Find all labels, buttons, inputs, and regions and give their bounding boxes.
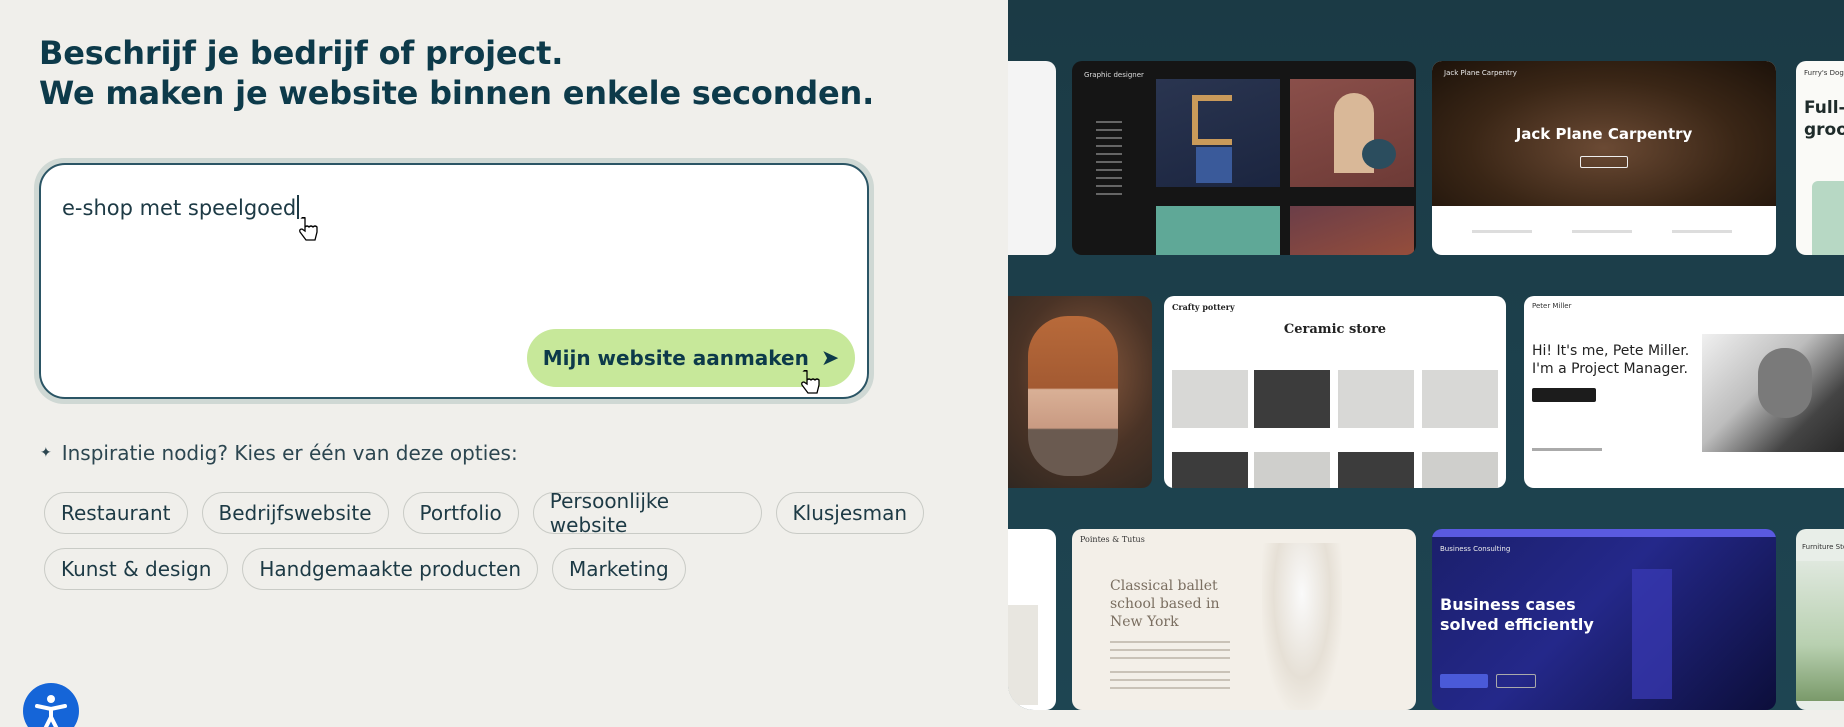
chip-marketing[interactable]: Marketing (552, 548, 686, 590)
chip-klusjesman[interactable]: Klusjesman (775, 492, 924, 534)
graphic-tile-arch (1290, 79, 1414, 187)
dog-image (1812, 181, 1844, 255)
template-card-partial-3 (1008, 529, 1056, 710)
ceramic-product (1172, 452, 1248, 488)
business-brand: Business Consulting (1440, 545, 1511, 553)
ceramic-product (1422, 452, 1498, 488)
business-primary-button (1440, 674, 1488, 688)
chip-restaurant[interactable]: Restaurant (44, 492, 188, 534)
pete-photo (1702, 334, 1844, 452)
business-headline-line-2: solved efficiently (1440, 615, 1594, 634)
page-title-line-1: Beschrijf je bedrijf of project. (39, 34, 564, 72)
hand-pointer-icon (299, 217, 318, 241)
arrow-right-icon: ➤ (820, 345, 840, 371)
ceramic-brand: Crafty pottery (1172, 302, 1235, 312)
ceramic-product (1254, 452, 1330, 488)
inspiration-label: ✦ Inspiratie nodig? Kies er één van deze… (40, 441, 518, 465)
graphic-tile-green (1156, 206, 1280, 255)
create-website-button-label: Mijn website aanmaken (542, 346, 809, 370)
business-headline-line-1: Business cases (1440, 595, 1576, 614)
ballet-brand: Pointes & Tutus (1080, 535, 1145, 544)
template-showcase: Graphic designer Jack Plane Carpentry Ja… (1008, 0, 1844, 710)
template-card-portrait-partial (1008, 296, 1152, 488)
inspiration-text: Inspiratie nodig? Kies er één van deze o… (61, 441, 518, 465)
graphic-tile-red (1290, 206, 1414, 255)
chip-row-2: Kunst & design Handgemaakte producten Ma… (44, 548, 924, 590)
ceramic-product (1338, 452, 1414, 488)
pete-headline-line-1: Hi! It's me, Pete Miller. (1532, 343, 1690, 359)
template-card-graphic-designer: Graphic designer (1072, 61, 1416, 255)
pete-send-message-button (1532, 388, 1596, 402)
ceramic-product (1338, 370, 1414, 428)
ceramic-title: Ceramic store (1283, 322, 1387, 337)
hand-pointer-icon-2 (801, 370, 820, 394)
template-card-project-manager: Peter Miller Hi! It's me, Pete Miller. I… (1524, 296, 1844, 488)
pete-headline: Hi! It's me, Pete Miller. I'm a Project … (1532, 342, 1689, 378)
page-title: Beschrijf je bedrijf of project. We make… (39, 33, 874, 113)
ballet-headline: Classical ballet school based in New Yor… (1110, 578, 1220, 630)
suggestion-chips: Restaurant Bedrijfswebsite Portfolio Per… (44, 489, 924, 604)
graphic-menu-lines (1096, 121, 1122, 201)
ballet-dancer-image (1262, 543, 1342, 710)
prompt-box-focus-ring: e-shop met speelgoed Mijn website aanmak… (34, 158, 874, 404)
ceramic-product (1254, 370, 1330, 428)
pete-brand: Peter Miller (1532, 302, 1572, 310)
chip-portfolio[interactable]: Portfolio (402, 492, 519, 534)
chip-kunst-design[interactable]: Kunst & design (44, 548, 229, 590)
prompt-text: e-shop met speelgoed (62, 195, 300, 220)
pete-headline-line-2: I'm a Project Manager. (1532, 361, 1688, 377)
sparkle-icon: ✦ (40, 445, 52, 461)
template-card-business-consulting: Business Consulting Business cases solve… (1432, 529, 1776, 710)
template-card-partial (1008, 61, 1056, 255)
graphic-tile-letter-e (1156, 79, 1280, 187)
carpentry-brand: Jack Plane Carpentry (1444, 69, 1517, 77)
graphic-title: Graphic designer (1084, 71, 1144, 79)
business-secondary-button (1496, 674, 1536, 688)
business-headline: Business cases solved efficiently (1440, 595, 1594, 635)
prompt-textarea[interactable]: e-shop met speelgoed Mijn website aanmak… (39, 163, 869, 399)
furniture-image (1796, 561, 1844, 701)
template-card-furniture: Furniture Sto (1796, 529, 1844, 710)
business-glow (1632, 569, 1672, 699)
text-caret (297, 195, 300, 219)
page-title-line-2: We maken je website binnen enkele second… (39, 74, 875, 112)
carpentry-title: Jack Plane Carpentry (1515, 125, 1693, 143)
carpentry-cta (1580, 156, 1628, 168)
graphic-sidebar: Graphic designer (1072, 61, 1146, 255)
accessibility-icon (35, 695, 67, 727)
prompt-value: e-shop met speelgoed (62, 196, 297, 220)
chip-row-1: Restaurant Bedrijfswebsite Portfolio Per… (44, 489, 924, 537)
dog-headline: Full- groo (1804, 98, 1844, 140)
template-card-ceramic-store: Crafty pottery Ceramic store (1164, 296, 1506, 488)
chip-persoonlijke-website[interactable]: Persoonlijke website (532, 489, 762, 537)
template-card-carpentry: Jack Plane Carpentry Jack Plane Carpentr… (1432, 61, 1776, 255)
template-card-dog-grooming: Furry's Dog Full- groo (1796, 61, 1844, 255)
accessibility-button[interactable] (23, 683, 79, 727)
chip-bedrijfswebsite[interactable]: Bedrijfswebsite (201, 492, 389, 534)
left-panel: Beschrijf je bedrijf of project. We make… (0, 0, 1008, 727)
template-card-ballet: Pointes & Tutus Classical ballet school … (1072, 529, 1416, 710)
furniture-brand: Furniture Sto (1802, 543, 1844, 551)
ceramic-product (1172, 370, 1248, 428)
pete-footer-links (1532, 448, 1602, 451)
chip-handgemaakte-producten[interactable]: Handgemaakte producten (242, 548, 539, 590)
ceramic-product (1422, 370, 1498, 428)
business-top-bar (1432, 529, 1776, 537)
dog-brand: Furry's Dog (1804, 69, 1844, 77)
